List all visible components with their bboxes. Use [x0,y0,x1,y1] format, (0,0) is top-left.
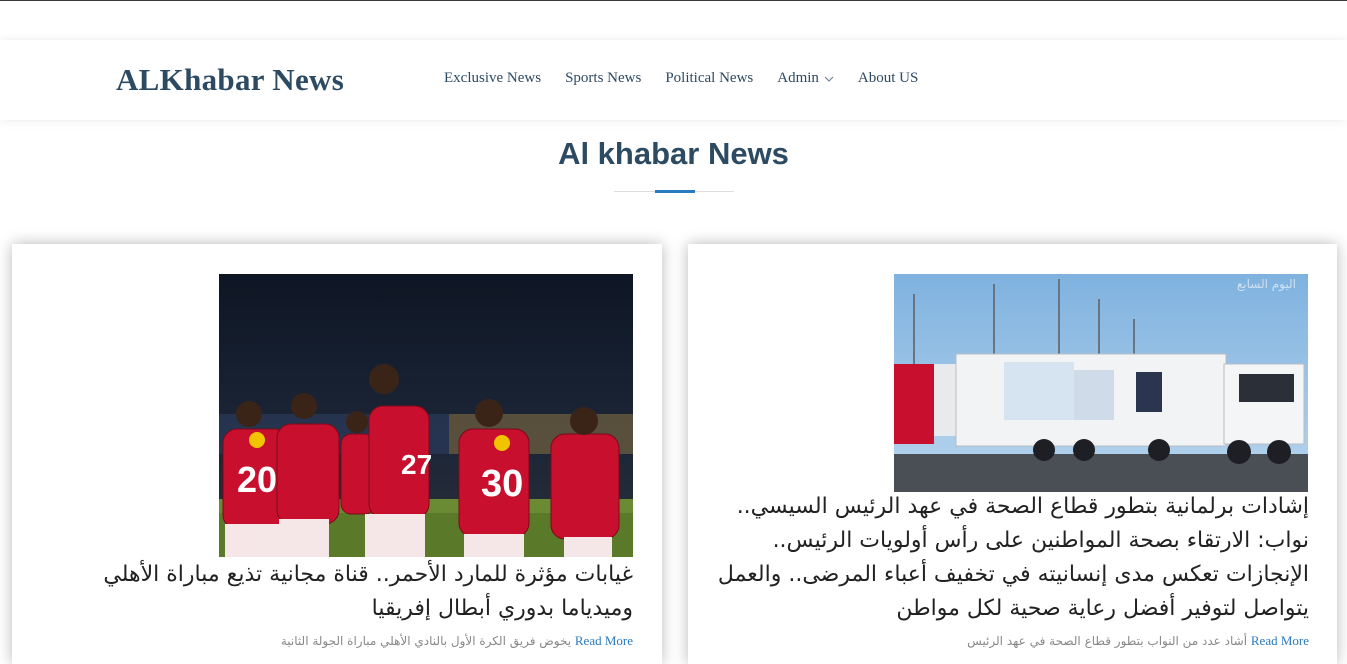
nav-admin-label: Admin [777,70,819,86]
title-divider-accent [655,190,695,193]
news-photo[interactable]: اليوم السابع [894,274,1308,492]
nav-admin-dropdown[interactable]: Admin [777,70,834,87]
nav-exclusive-news-label: Exclusive News [444,70,542,86]
chevron-down-icon [824,76,834,82]
main-nav: Exclusive News Sports News Political New… [444,70,942,87]
nav-political-news-label: Political News [665,70,754,86]
svg-text:30: 30 [481,463,523,505]
news-excerpt: Read More يخوض فريق الكرة الأول بالنادي … [192,633,633,649]
news-card: 20 30 27 غيابات مؤثرة للمارد الأحمر.. قن… [12,244,662,664]
nav-exclusive-news[interactable]: Exclusive News [444,70,541,87]
read-more-link[interactable]: Read More [1251,633,1309,648]
news-photo[interactable]: 20 30 27 [219,274,633,557]
svg-text:20: 20 [237,459,277,500]
navbar: ALKhabar News Exclusive News Sports News… [0,40,1347,120]
nav-political-news[interactable]: Political News [665,70,753,87]
brand-logo[interactable]: ALKhabar News [116,62,344,98]
news-excerpt: Read More أشاد عدد من النواب بتطور قطاع … [848,633,1309,649]
nav-sports-news-label: Sports News [565,70,642,86]
news-headline[interactable]: إشادات برلمانية بتطور قطاع الصحة في عهد … [712,490,1309,626]
photo-watermark: اليوم السابع [1237,277,1296,292]
news-card: اليوم السابع إشادات برلمانية بتطور قطاع … [688,244,1337,664]
nav-about-us[interactable]: About US [858,70,918,87]
svg-text:27: 27 [401,449,432,480]
nav-about-us-label: About US [857,70,919,86]
section-title: Al khabar News [558,136,789,171]
read-more-link[interactable]: Read More [575,633,633,648]
excerpt-text: أشاد عدد من النواب بتطور قطاع الصحة في ع… [967,634,1248,648]
news-headline[interactable]: غيابات مؤثرة للمارد الأحمر.. قناة مجانية… [52,558,633,626]
top-border [0,0,1347,1]
excerpt-text: يخوض فريق الكرة الأول بالنادي الأهلي مبا… [280,634,572,648]
nav-sports-news[interactable]: Sports News [565,70,641,87]
